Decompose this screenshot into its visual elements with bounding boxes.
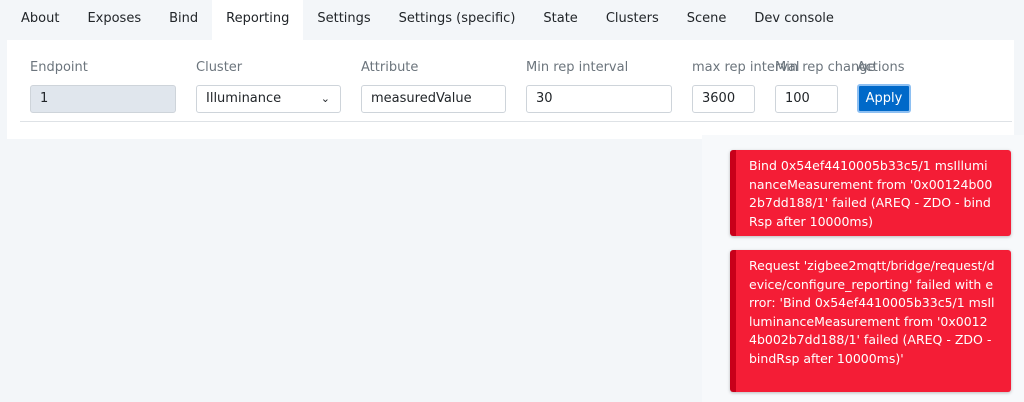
max-rep-interval-input[interactable]: 3600 [692,85,755,113]
cluster-value: Illuminance [206,91,282,106]
endpoint-label: Endpoint [30,60,88,75]
tab-scene[interactable]: Scene [673,0,741,40]
min-rep-interval-label: Min rep interval [526,60,629,75]
tab-reporting[interactable]: Reporting [212,0,304,40]
error-toast[interactable]: Bind 0x54ef4410005b33c5/1 msIlluminanceM… [730,150,1011,236]
min-rep-change-input[interactable]: 100 [775,85,838,113]
tab-about[interactable]: About [7,0,73,40]
cluster-label: Cluster [196,60,243,75]
apply-button[interactable]: Apply [857,84,911,113]
tab-state[interactable]: State [529,0,591,40]
cluster-select[interactable]: Illuminance ⌄ [196,85,341,113]
chevron-down-icon: ⌄ [320,92,330,105]
tab-bind[interactable]: Bind [155,0,212,40]
tab-settings-specific[interactable]: Settings (specific) [385,0,530,40]
tab-settings[interactable]: Settings [303,0,384,40]
attribute-input[interactable]: measuredValue [361,85,506,113]
endpoint-input: 1 [30,85,176,113]
reporting-form: Endpoint 1 Cluster Illuminance ⌄ Attribu… [7,40,1014,139]
toast-container: Bind 0x54ef4410005b33c5/1 msIlluminanceM… [702,135,1024,402]
attribute-label: Attribute [361,60,419,75]
tab-dev-console[interactable]: Dev console [740,0,848,40]
min-rep-interval-input[interactable]: 30 [526,85,672,113]
tab-clusters[interactable]: Clusters [592,0,673,40]
error-toast[interactable]: Request 'zigbee2mqtt/bridge/request/devi… [730,250,1011,392]
tab-exposes[interactable]: Exposes [73,0,155,40]
actions-label: Actions [857,60,905,75]
tab-bar: About Exposes Bind Reporting Settings Se… [7,0,848,40]
divider [20,121,1012,122]
